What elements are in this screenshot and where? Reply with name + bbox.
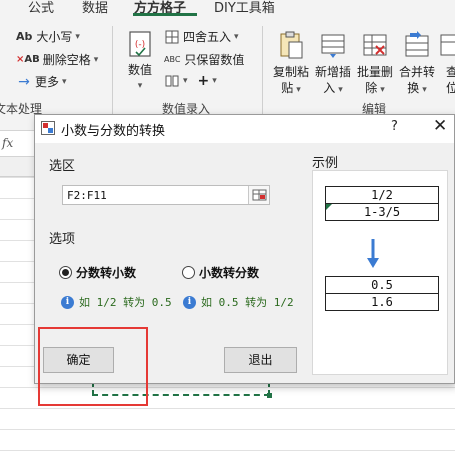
chevron-down-icon: ▾ [296, 85, 301, 95]
locate-label: 查 [445, 65, 455, 79]
chevron-down-icon: ▾ [62, 76, 67, 87]
chevron-down-icon: ▾ [338, 85, 343, 95]
insert-new-label: 新增插 [314, 65, 351, 79]
more-button[interactable]: → 更多 ▾ [16, 73, 67, 90]
fill-handle[interactable] [267, 393, 272, 398]
merge-convert-label-2: 换 [407, 81, 420, 95]
round-label: 四舍五入 [183, 30, 232, 44]
chevron-down-icon: ▾ [380, 85, 385, 95]
radio-label-decimal-to-fraction: 小数转分数 [199, 266, 260, 280]
keep-values-label: 只保留数值 [184, 53, 245, 67]
text-number-indicator-icon [326, 204, 332, 210]
merge-convert-icon [405, 31, 429, 57]
radio-button-checked[interactable] [59, 266, 72, 279]
group-separator [112, 26, 113, 114]
chevron-down-icon: ▾ [93, 54, 99, 65]
info-icon: i [183, 295, 196, 309]
locate-label-2: 位 [445, 81, 455, 95]
radio-button-unchecked[interactable] [182, 266, 195, 279]
chevron-down-icon: ▾ [75, 31, 80, 42]
batch-delete-icon [363, 34, 387, 56]
app-icon [41, 121, 55, 135]
copy-paste-button[interactable]: 复制粘 贴 ▾ [269, 30, 313, 98]
insert-symbol-button[interactable]: ▾ + ▾ [164, 73, 217, 89]
range-picker-button[interactable] [248, 186, 269, 204]
chevron-down-icon: ▾ [137, 81, 143, 91]
keep-values-button[interactable]: ABC 只保留数值 [164, 51, 244, 68]
radio-decimal-to-fraction[interactable]: 小数转分数 [182, 264, 259, 281]
round-button[interactable]: 四舍五入 ▾ [164, 28, 239, 45]
batch-delete-label: 批量删 [356, 65, 393, 79]
batch-delete-button[interactable]: 批量删 除 ▾ [353, 30, 397, 98]
locate-icon [440, 34, 455, 56]
insert-new-label-2: 入 [323, 81, 336, 95]
dialog-title: 小数与分数的转换 [61, 124, 166, 139]
clipboard-icon [280, 31, 303, 59]
case-button[interactable]: Ab 大小写 ▾ [16, 28, 80, 45]
hint-text-1: 如 1/2 转为 0.5 [79, 296, 172, 309]
locate-button[interactable]: 查 位 [437, 30, 455, 96]
arrow-right-icon: → [18, 73, 30, 90]
example-cell-decimal-1: 0.5 [325, 276, 439, 294]
number-label: 数值 [127, 63, 152, 77]
exit-button[interactable]: 退出 [224, 347, 297, 373]
range-input[interactable]: F2:F11 [62, 185, 270, 205]
case-label: 大小写 [36, 30, 73, 44]
options-section-label: 选项 [49, 232, 76, 247]
number-icon: (-) [129, 31, 151, 57]
active-tab-underline [133, 13, 197, 16]
case-icon: Ab [16, 29, 33, 43]
example-panel: 1/2 1-3/5 0.5 1.6 [312, 170, 448, 375]
number-button[interactable]: (-) 数值 ▾ [121, 30, 159, 94]
plus-icon: + [197, 73, 210, 89]
dialog-titlebar[interactable]: 小数与分数的转换 ? ✕ [35, 115, 454, 143]
arrow-down-icon [367, 239, 379, 268]
excel-window: 公式 数据 方方格子 DIY工具箱 Ab 大小写 ▾ ×AB 删除空格 ▾ → … [0, 0, 455, 459]
close-button[interactable]: ✕ [433, 116, 447, 136]
more-label: 更多 [35, 75, 60, 89]
merge-convert-label: 合并转 [398, 65, 435, 79]
insert-new-button[interactable]: 新增插 入 ▾ [311, 30, 355, 98]
delete-spaces-button[interactable]: ×AB 删除空格 ▾ [16, 51, 98, 68]
fx-icon[interactable]: fx [2, 136, 13, 150]
tab-diy-toolbox[interactable]: DIY工具箱 [214, 0, 275, 16]
abc-icon: ABC [164, 54, 181, 64]
grid-icon [164, 30, 180, 44]
radio-label-fraction-to-decimal: 分数转小数 [76, 266, 137, 280]
chevron-down-icon: ▾ [183, 76, 188, 86]
copy-paste-label-2: 贴 [281, 81, 294, 95]
split-icon [164, 74, 180, 88]
tab-formulas[interactable]: 公式 [28, 0, 54, 16]
chevron-down-icon: ▾ [212, 76, 217, 86]
merge-convert-button[interactable]: 合并转 换 ▾ [395, 30, 439, 98]
insert-rows-icon [321, 34, 345, 58]
copy-paste-label: 复制粘 [272, 65, 309, 79]
info-icon: i [61, 295, 74, 309]
hint-decimal-to-fraction: i 如 0.5 转为 1/2 [183, 294, 294, 310]
tab-data[interactable]: 数据 [82, 0, 108, 16]
delete-spaces-icon: ×AB [16, 53, 40, 65]
highlight-box [38, 327, 148, 406]
chevron-down-icon: ▾ [234, 31, 239, 42]
range-picker-icon [252, 189, 267, 201]
example-section-label: 示例 [312, 156, 339, 171]
hint-text-2: 如 0.5 转为 1/2 [201, 296, 294, 309]
group-separator [262, 26, 263, 114]
hint-fraction-to-decimal: i 如 1/2 转为 0.5 [61, 294, 172, 310]
help-button[interactable]: ? [391, 119, 398, 134]
example-cell-fraction-1: 1/2 [325, 186, 439, 204]
delete-spaces-label: 删除空格 [42, 53, 91, 67]
ribbon: 公式 数据 方方格子 DIY工具箱 Ab 大小写 ▾ ×AB 删除空格 ▾ → … [0, 0, 455, 131]
batch-delete-label-2: 除 [365, 81, 378, 95]
example-cell-decimal-2: 1.6 [325, 293, 439, 311]
chevron-down-icon: ▾ [422, 85, 427, 95]
example-cell-fraction-2: 1-3/5 [325, 203, 439, 221]
radio-fraction-to-decimal[interactable]: 分数转小数 [59, 264, 136, 281]
